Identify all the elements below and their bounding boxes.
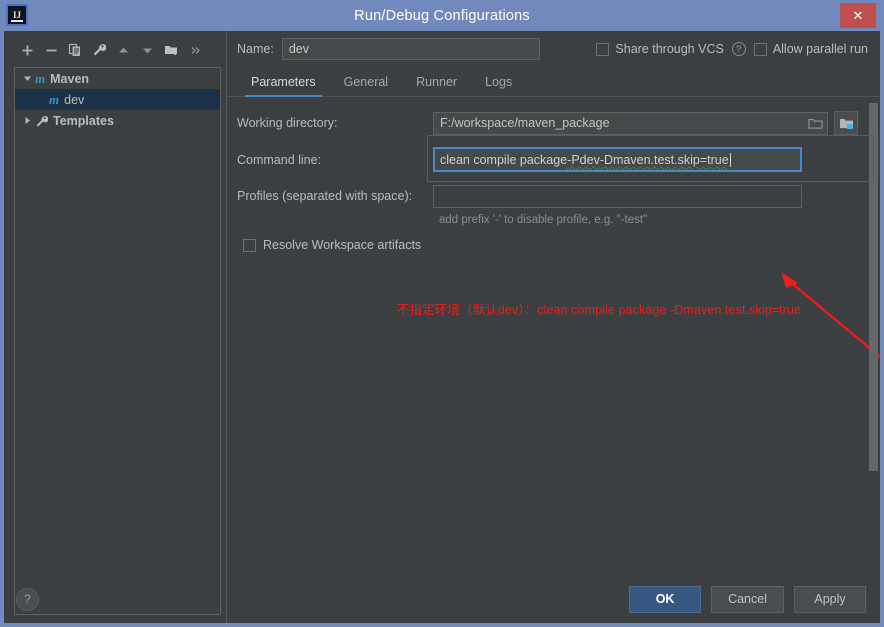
new-folder-button[interactable]	[160, 39, 182, 61]
move-down-button[interactable]	[136, 39, 158, 61]
vertical-scrollbar-thumb[interactable]	[869, 103, 878, 471]
maven-icon: m	[49, 91, 60, 107]
copy-configuration-button[interactable]	[64, 39, 86, 61]
name-label: Name:	[237, 42, 274, 56]
command-line-profile-flag: -Pdev	[567, 152, 600, 167]
cancel-button[interactable]: Cancel	[711, 585, 784, 613]
window-title: Run/Debug Configurations	[354, 7, 530, 24]
allow-parallel-run-label: Allow parallel run	[772, 42, 868, 56]
editor-tabs: Parameters General Runner Logs	[227, 67, 880, 97]
add-configuration-button[interactable]	[16, 39, 38, 61]
configuration-editor-pane: Name: Share through VCS ? Allow parallel…	[226, 31, 880, 623]
resolve-workspace-artifacts-checkbox[interactable]: Resolve Workspace artifacts	[243, 238, 858, 252]
configurations-toolbar	[14, 37, 221, 63]
allow-parallel-run-checkbox[interactable]: Allow parallel run	[753, 42, 868, 56]
tab-logs[interactable]: Logs	[471, 75, 526, 96]
templates-wrench-icon	[35, 113, 49, 129]
resolve-workspace-artifacts-label: Resolve Workspace artifacts	[263, 238, 422, 252]
dialog-body: m Maven m dev Templates Name: dev Share …	[4, 31, 880, 623]
resolve-workspace-artifacts-box[interactable]	[243, 238, 256, 252]
share-through-vcs-checkbox[interactable]: Share through VCS	[596, 42, 724, 56]
help-button[interactable]: ?	[16, 587, 39, 611]
vertical-scrollbar[interactable]	[869, 103, 878, 617]
intellij-logo-glyph: IJ	[8, 6, 26, 24]
ok-button[interactable]: OK	[629, 585, 702, 613]
close-window-button[interactable]: ✕	[840, 3, 876, 28]
tab-runner[interactable]: Runner	[402, 75, 471, 96]
intellij-logo-icon: IJ	[6, 4, 28, 26]
profiles-hint: add prefix '-' to disable profile, e.g. …	[439, 214, 648, 226]
title-bar: IJ Run/Debug Configurations ✕	[0, 0, 884, 31]
command-line-row: Command line: clean compile package -Pde…	[237, 135, 874, 182]
working-directory-input[interactable]	[433, 111, 828, 135]
maven-icon: m	[35, 70, 46, 86]
command-line-input[interactable]: clean compile package -Pdev -Dmaven.test…	[433, 147, 802, 172]
share-through-vcs-label: Share through VCS	[615, 42, 724, 56]
configurations-pane: m Maven m dev Templates	[4, 31, 221, 623]
profiles-row: Profiles (separated with space):	[237, 184, 858, 208]
folder-module-icon[interactable]	[834, 111, 858, 135]
tree-node-label: dev	[64, 92, 85, 107]
profiles-label: Profiles (separated with space):	[237, 189, 413, 203]
edit-templates-wrench-icon[interactable]	[88, 39, 110, 61]
expand-collapse-maven-icon[interactable]	[19, 74, 35, 83]
text-caret	[729, 152, 731, 167]
more-options-button[interactable]	[184, 39, 206, 61]
name-row: Name: Share through VCS ? Allow parallel…	[227, 31, 880, 67]
dialog-footer: ? OK Cancel Apply	[4, 575, 880, 623]
run-debug-configurations-window: IJ Run/Debug Configurations ✕ m Maven m …	[0, 0, 884, 627]
command-line-wrap: clean compile package -Pdev -Dmaven.test…	[427, 135, 874, 182]
tree-node-maven[interactable]: m Maven	[15, 68, 220, 89]
expand-collapse-templates-icon[interactable]	[19, 116, 35, 125]
parameters-form: Working directory: F:/workspace/maven_pa…	[227, 97, 880, 623]
footer-left: ?	[4, 587, 231, 611]
tab-parameters[interactable]: Parameters	[237, 75, 330, 97]
footer-buttons: OK Cancel Apply	[231, 585, 880, 613]
configurations-tree[interactable]: m Maven m dev Templates	[14, 67, 221, 615]
annotation-text: 不指定环境（默认dev）：clean compile package -Dmav…	[397, 303, 802, 317]
profiles-input[interactable]	[433, 184, 802, 208]
move-up-button[interactable]	[112, 39, 134, 61]
tree-node-templates[interactable]: Templates	[15, 110, 220, 131]
command-line-skip-flag: -Dmaven.test.skip=true	[599, 152, 729, 167]
apply-button[interactable]: Apply	[794, 585, 866, 613]
tree-node-label: Templates	[53, 113, 114, 128]
share-help-icon[interactable]: ?	[731, 42, 746, 56]
command-line-label: Command line:	[237, 152, 322, 167]
folder-icon[interactable]	[804, 112, 826, 135]
command-line-text-plain: clean compile package	[440, 152, 568, 167]
working-directory-row: Working directory:	[237, 111, 858, 135]
tab-general[interactable]: General	[330, 75, 402, 96]
tree-node-label: Maven	[50, 71, 90, 86]
tree-node-dev[interactable]: m dev	[15, 89, 220, 110]
allow-parallel-run-box[interactable]	[753, 42, 767, 56]
share-through-vcs-box[interactable]	[596, 42, 610, 56]
remove-configuration-button[interactable]	[40, 39, 62, 61]
name-input[interactable]	[281, 38, 540, 60]
working-directory-label: Working directory:	[237, 116, 338, 130]
content-row: m Maven m dev Templates Name: dev Share …	[4, 31, 880, 623]
